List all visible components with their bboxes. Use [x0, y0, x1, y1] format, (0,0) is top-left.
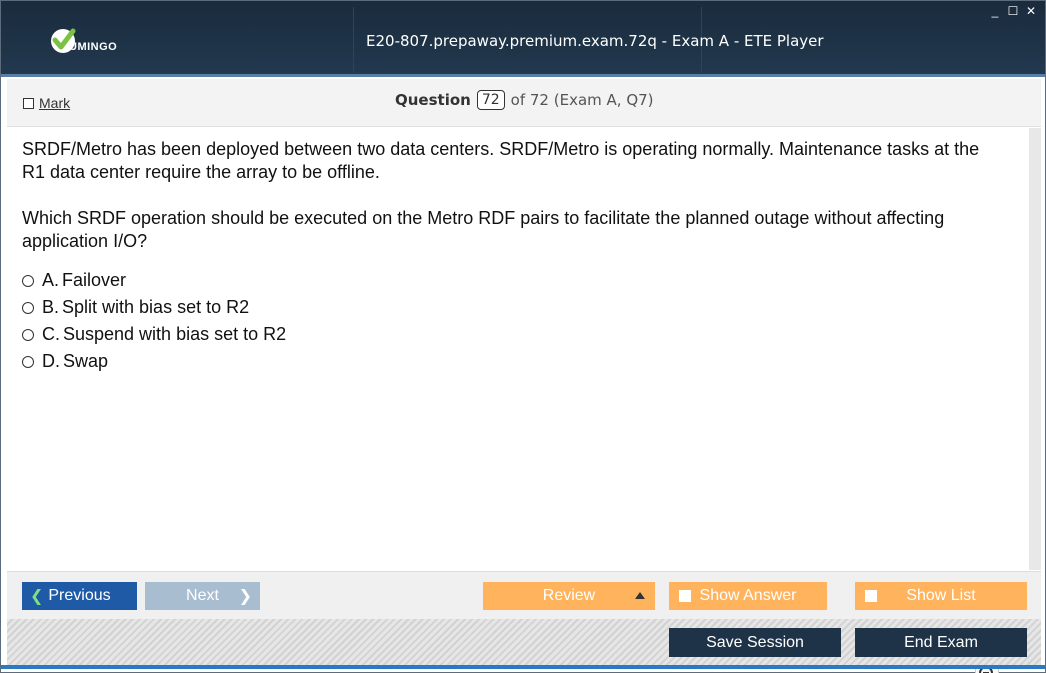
previous-button[interactable]: ❮ Previous — [22, 582, 137, 610]
question-paragraph: Which SRDF operation should be executed … — [22, 208, 945, 251]
question-text: SRDF/Metro has been deployed between two… — [22, 138, 1002, 276]
answer-option-b[interactable]: B. Split with bias set to R2 — [22, 294, 286, 321]
next-button[interactable]: Next ❯ — [145, 582, 260, 610]
bottom-accent-line — [1, 665, 1045, 669]
mark-label: Mark — [39, 95, 71, 111]
checkbox-icon — [865, 590, 877, 602]
close-icon[interactable]: ✕ — [1025, 5, 1037, 17]
window-title: E20-807.prepaway.premium.exam.72q - Exam… — [366, 32, 824, 50]
scrollbar[interactable] — [1029, 128, 1041, 570]
answer-option-d[interactable]: D. Swap — [22, 348, 286, 375]
minimize-icon[interactable]: _ — [989, 5, 1001, 17]
question-panel: SRDF/Metro has been deployed between two… — [7, 128, 1029, 673]
review-button[interactable]: Review — [483, 582, 655, 610]
chevron-left-icon: ❮ — [30, 588, 44, 605]
title-bar: UMINGO E20-807.prepaway.premium.exam.72q… — [1, 1, 1045, 77]
question-paragraph: SRDF/Metro has been deployed between two… — [22, 139, 980, 182]
question-navigator: Question 72 of 72 (Exam A, Q7) — [395, 90, 654, 110]
answer-letter: D. — [42, 351, 60, 371]
footer-bar: Save Session End Exam — [7, 619, 1041, 665]
answer-letter: A. — [42, 270, 60, 290]
caret-up-icon — [635, 592, 645, 599]
answer-letter: B. — [42, 297, 60, 317]
end-exam-button[interactable]: End Exam — [855, 628, 1027, 657]
window-controls: _ ☐ ✕ — [989, 5, 1037, 17]
show-list-label: Show List — [906, 587, 976, 604]
radio-button[interactable] — [22, 355, 34, 368]
question-number-input[interactable]: 72 — [476, 90, 505, 110]
chevron-right-icon: ❯ — [238, 588, 252, 605]
answer-text: Swap — [63, 351, 109, 371]
checkbox-icon — [679, 590, 691, 602]
question-label: Question — [395, 91, 471, 109]
save-session-button[interactable]: Save Session — [669, 628, 841, 657]
radio-button[interactable] — [22, 274, 34, 287]
question-bar: Mark Question 72 of 72 (Exam A, Q7) — [7, 79, 1041, 127]
brand-name: UMINGO — [69, 41, 118, 53]
answer-text: Failover — [62, 270, 127, 290]
title-divider — [353, 7, 354, 73]
answer-option-a[interactable]: A. Failover — [22, 267, 286, 294]
app-window: UMINGO E20-807.prepaway.premium.exam.72q… — [0, 0, 1046, 673]
answer-list: A. Failover B. Split with bias set to R2… — [22, 267, 286, 375]
navigation-bar: ❮ Previous Next ❯ Review Show Answer Sho… — [7, 571, 1041, 619]
review-label: Review — [542, 587, 596, 604]
answer-option-c[interactable]: C. Suspend with bias set to R2 — [22, 321, 286, 348]
next-label: Next — [186, 587, 219, 604]
answer-letter: C. — [42, 324, 60, 344]
show-answer-label: Show Answer — [699, 587, 797, 604]
answer-text: Split with bias set to R2 — [62, 297, 250, 317]
previous-label: Previous — [48, 587, 111, 604]
maximize-icon[interactable]: ☐ — [1007, 5, 1019, 17]
question-count: of 72 (Exam A, Q7) — [510, 91, 654, 109]
show-list-button[interactable]: Show List — [855, 582, 1027, 610]
checkbox-icon — [23, 97, 34, 109]
show-answer-button[interactable]: Show Answer — [669, 582, 827, 610]
answer-text: Suspend with bias set to R2 — [63, 324, 287, 344]
mark-checkbox[interactable]: Mark — [23, 95, 70, 111]
radio-button[interactable] — [22, 301, 34, 314]
radio-button[interactable] — [22, 328, 34, 341]
